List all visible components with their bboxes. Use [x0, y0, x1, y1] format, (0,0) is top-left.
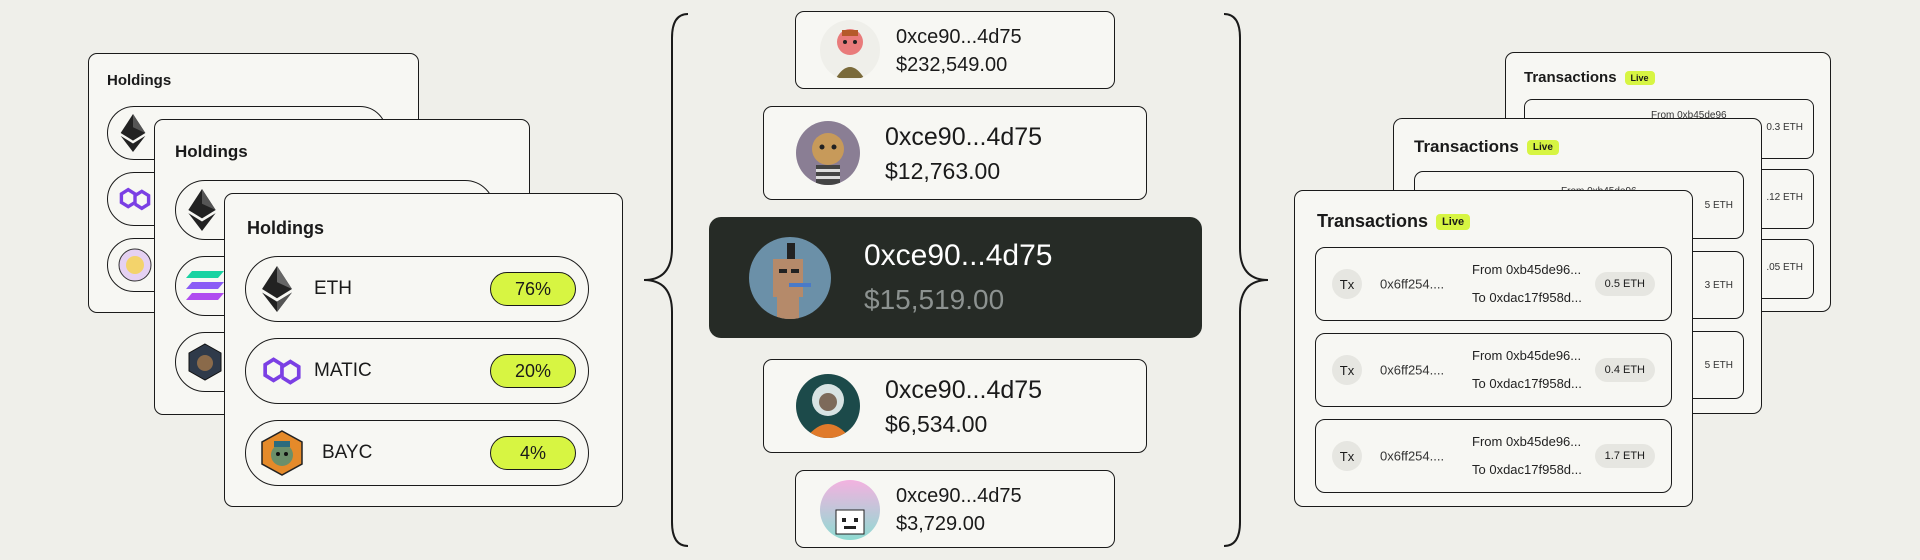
- wallet-avatar: [820, 20, 880, 80]
- transactions-card: Transactions Live Tx 0x6ff254.... From 0x…: [1294, 190, 1693, 507]
- nft-avatar-icon: [118, 248, 152, 282]
- eth-icon: [120, 114, 146, 152]
- holdings-card: Holdings ETH 76% MATIC 20% BAYC 4%: [224, 193, 623, 507]
- holdings-title-back: Holdings: [107, 72, 172, 89]
- tx-row[interactable]: Tx 0x6ff254.... From 0xb45de96... To 0xd…: [1315, 419, 1672, 493]
- tx-amount: 1.7 ETH: [1594, 444, 1655, 468]
- live-badge: Live: [1436, 214, 1471, 231]
- wallet-value: $6,534.00: [885, 411, 988, 437]
- eth-icon: [188, 189, 216, 231]
- live-badge: Live: [1526, 140, 1559, 156]
- transactions-title-back: Transactions Live: [1524, 69, 1655, 86]
- tx-amount: 0.4 ETH: [1594, 358, 1655, 382]
- right-brace-icon: [1223, 13, 1269, 547]
- transactions-title: Transactions Live: [1317, 211, 1471, 232]
- matic-icon: [119, 187, 151, 211]
- wallet-value: $15,519.00: [864, 284, 1005, 315]
- holding-row-matic[interactable]: MATIC 20%: [245, 338, 589, 404]
- wallet-address: 0xce90...4d75: [896, 26, 1022, 48]
- percent-badge: 76%: [490, 272, 576, 306]
- tx-badge: Tx: [1332, 441, 1362, 471]
- tx-badge: Tx: [1332, 355, 1362, 385]
- tx-badge: Tx: [1332, 269, 1362, 299]
- wallet-address: 0xce90...4d75: [896, 485, 1022, 507]
- wallet-avatar: [749, 237, 831, 319]
- matic-icon: [263, 357, 301, 385]
- tx-hash: 0x6ff254....: [1380, 448, 1445, 464]
- wallet-avatar: [796, 374, 860, 438]
- tx-amount-fragment: 0.3 ETH: [1766, 122, 1803, 133]
- eth-icon: [262, 266, 292, 312]
- live-badge: Live: [1624, 71, 1655, 86]
- token-name: MATIC: [314, 360, 372, 381]
- wallet-value: $12,763.00: [885, 158, 1001, 184]
- bayc-icon: [261, 430, 303, 476]
- wallet-avatar: [796, 121, 860, 185]
- holding-row-eth[interactable]: ETH 76%: [245, 256, 589, 322]
- tx-from: From 0xb45de96...: [1472, 348, 1582, 363]
- tx-to: To 0xdac17f958d...: [1472, 290, 1582, 305]
- tx-amount-fragment: 3 ETH: [1704, 280, 1733, 291]
- wallet-card[interactable]: 0xce90...4d75 $6,534.00: [763, 359, 1147, 453]
- holdings-title-middle: Holdings: [175, 142, 248, 161]
- tx-from: From 0xb45de96...: [1472, 262, 1582, 277]
- wallet-avatar: [820, 480, 880, 540]
- wallet-card[interactable]: 0xce90...4d75 $12,763.00: [763, 106, 1147, 200]
- wallet-card[interactable]: 0xce90...4d75 $232,549.00: [795, 11, 1115, 89]
- tx-row[interactable]: Tx 0x6ff254.... From 0xb45de96... To 0xd…: [1315, 333, 1672, 407]
- tx-to: To 0xdac17f958d...: [1472, 462, 1582, 477]
- left-brace-icon: [643, 13, 689, 547]
- tx-hash: 0x6ff254....: [1380, 276, 1445, 292]
- tx-amount-fragment: .12 ETH: [1766, 192, 1803, 203]
- percent-badge: 4%: [490, 436, 576, 470]
- wallet-card-selected[interactable]: 0xce90...4d75 $15,519.00: [709, 217, 1202, 338]
- wallet-address: 0xce90...4d75: [864, 239, 1053, 272]
- percent-badge: 20%: [490, 354, 576, 388]
- wallet-address: 0xce90...4d75: [885, 123, 1043, 151]
- tx-row[interactable]: Tx 0x6ff254.... From 0xb45de96... To 0xd…: [1315, 247, 1672, 321]
- wallet-address: 0xce90...4d75: [885, 376, 1043, 404]
- tx-hash: 0x6ff254....: [1380, 362, 1445, 378]
- tx-amount-fragment: 5 ETH: [1704, 200, 1733, 211]
- tx-from: From 0xb45de96...: [1472, 434, 1582, 449]
- holding-row-bayc[interactable]: BAYC 4%: [245, 420, 589, 486]
- holdings-title: Holdings: [247, 218, 324, 238]
- token-name: ETH: [314, 278, 352, 299]
- nft-avatar-icon: [188, 343, 222, 381]
- sol-icon: [186, 271, 224, 300]
- tx-amount-fragment: .05 ETH: [1766, 262, 1803, 273]
- wallet-value: $3,729.00: [896, 513, 985, 535]
- wallet-card[interactable]: 0xce90...4d75 $3,729.00: [795, 470, 1115, 548]
- tx-amount-fragment: 5 ETH: [1704, 360, 1733, 371]
- token-name: BAYC: [322, 442, 373, 463]
- tx-to: To 0xdac17f958d...: [1472, 376, 1582, 391]
- transactions-title-middle: Transactions Live: [1414, 137, 1559, 157]
- tx-amount: 0.5 ETH: [1594, 272, 1655, 296]
- wallet-value: $232,549.00: [896, 54, 1008, 76]
